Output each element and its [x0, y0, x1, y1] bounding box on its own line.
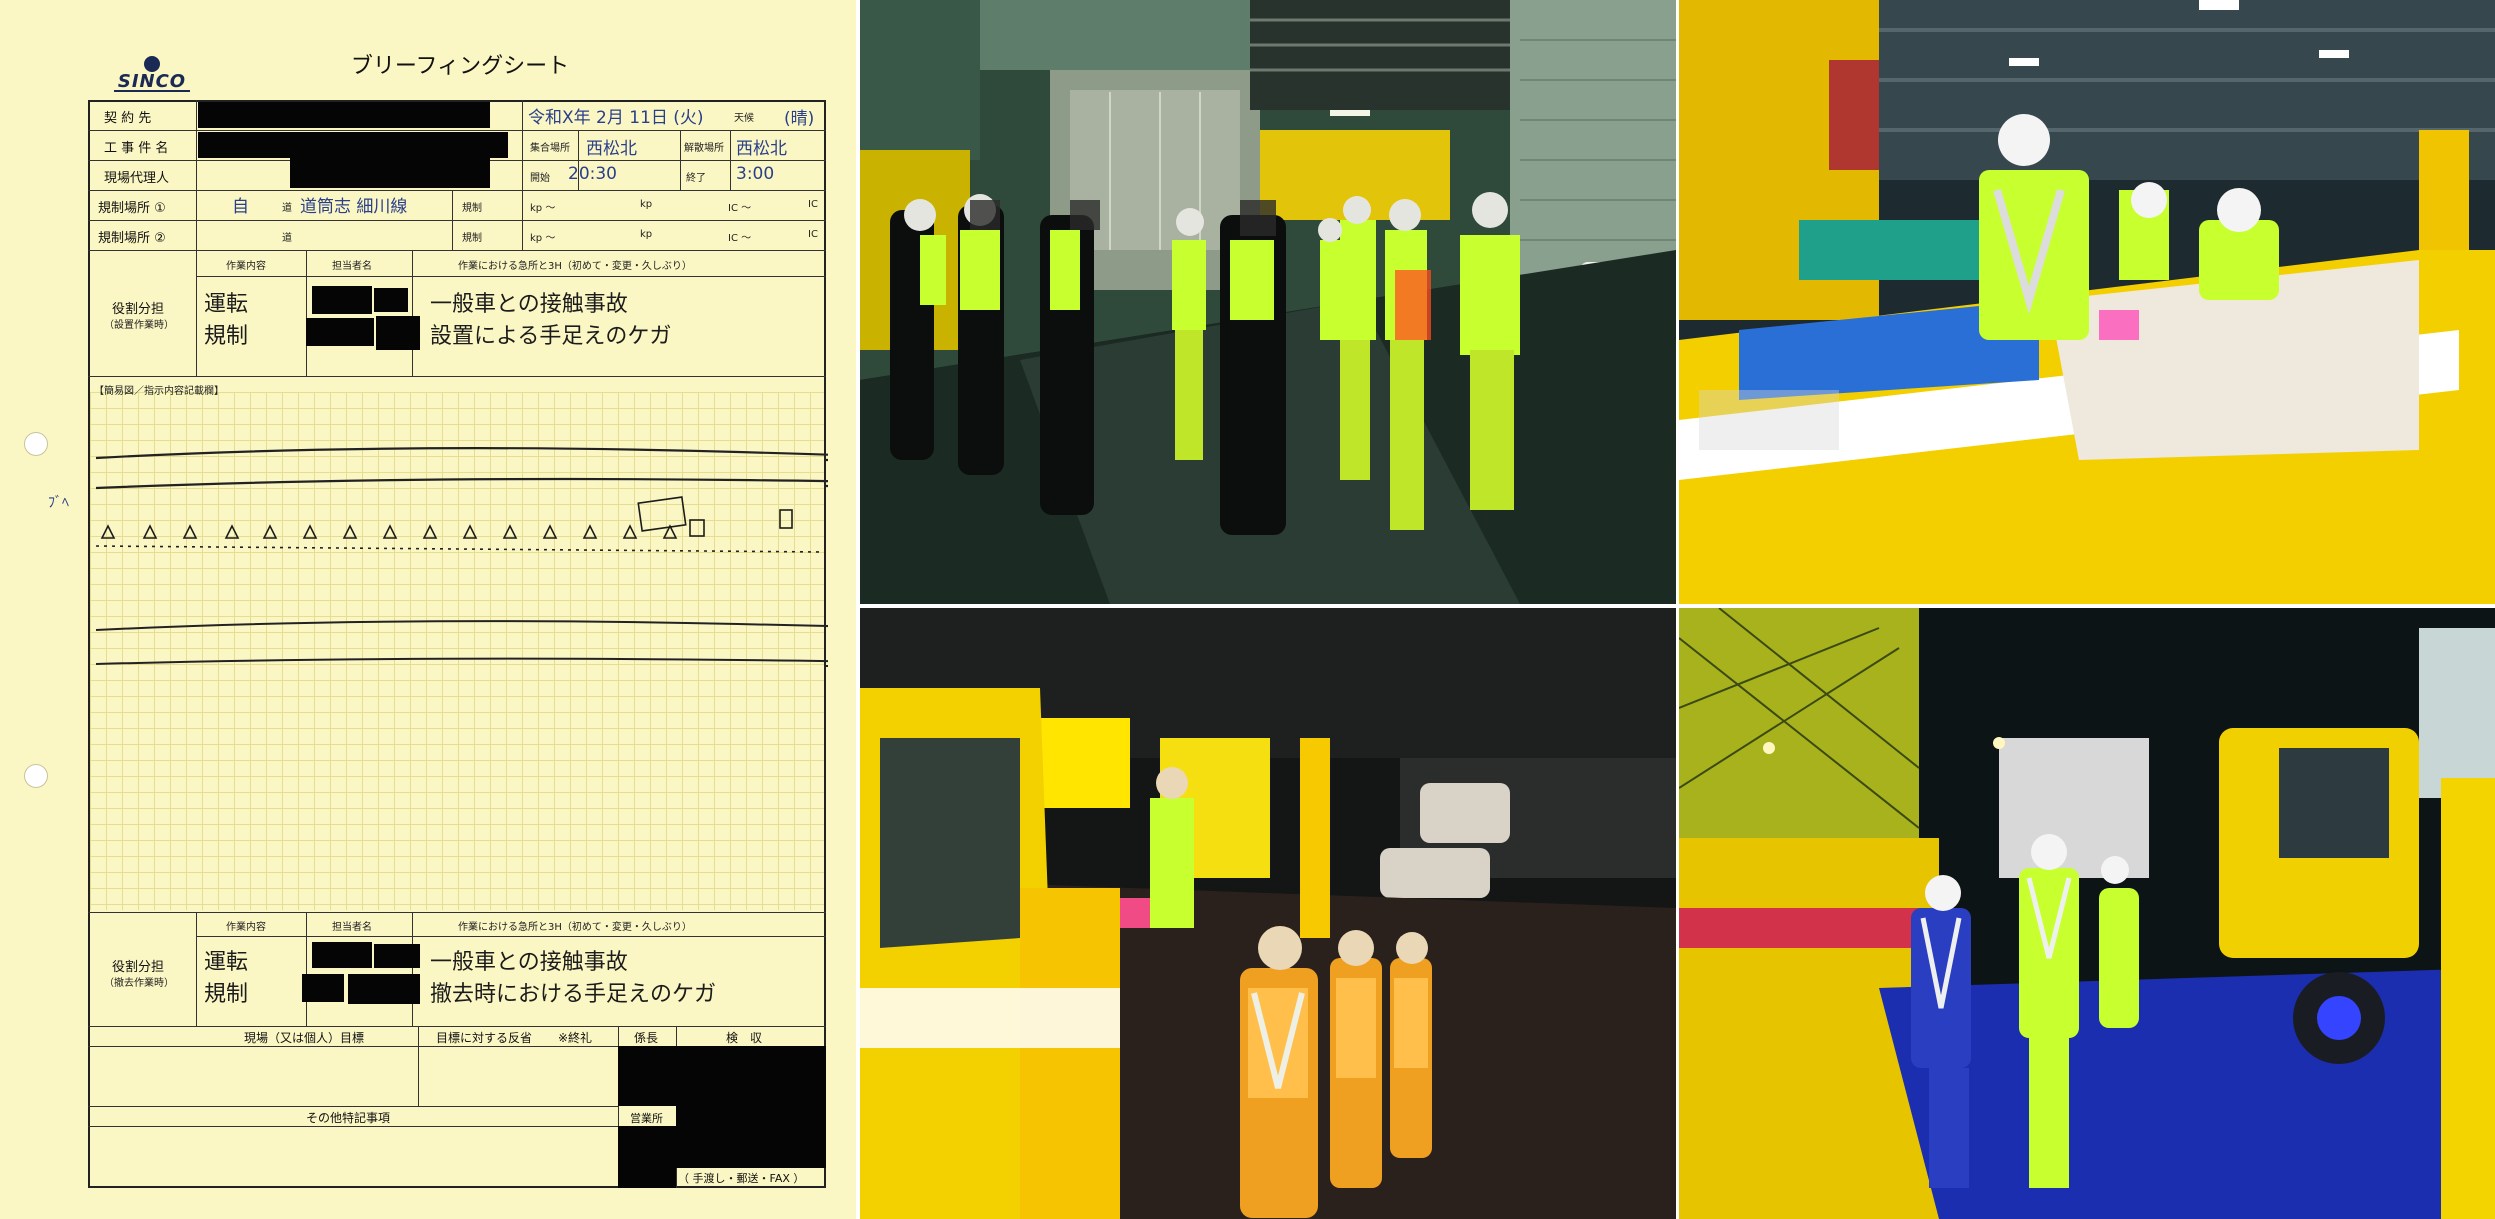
removal-section-label: 役割分担	[112, 960, 165, 975]
assembly-label: 集合場所	[530, 143, 570, 154]
footer-delivery: （ 手渡し・郵送・FAX ）	[678, 1172, 805, 1185]
footer-sales: 営業所	[630, 1112, 663, 1125]
start-value: 20:30	[568, 164, 617, 184]
road2-label: 道	[282, 233, 292, 244]
sketch-title: 【簡易図／指示内容記載欄】	[94, 386, 224, 397]
redaction-agent	[290, 156, 490, 188]
footer-goal: 現場（又は個人）目標	[244, 1031, 365, 1045]
kp-to: kp	[640, 199, 653, 210]
dismiss-label: 解散場所	[684, 143, 724, 154]
setup-col-person: 担当者名	[332, 261, 372, 272]
footer-chief: 係長	[634, 1031, 659, 1045]
redaction-chief	[618, 1046, 676, 1106]
redaction-setup-2a	[306, 318, 374, 346]
redaction-setup-1a	[312, 286, 372, 314]
redaction-removal-1a	[312, 942, 372, 968]
redaction-removal-2a	[302, 974, 344, 1002]
removal-work-2: 規制	[204, 982, 249, 1007]
sheet-title: ブリーフィングシート	[350, 54, 570, 79]
setup-risk-1: 一般車との接触事故	[430, 292, 628, 317]
row-site2: 規制場所 ②	[98, 231, 166, 246]
start-label: 開始	[530, 173, 550, 184]
ic2-from: IC ～	[728, 233, 752, 244]
logo-text: SINCO	[117, 71, 187, 92]
row-project: 工 事 件 名	[104, 141, 169, 156]
date-value: 令和X年 2月 11日 (火)	[528, 108, 704, 128]
removal-col-risk: 作業における急所と3H（初めて・変更・久しぶり）	[458, 922, 692, 933]
weather-label: 天候	[734, 113, 754, 124]
road1-label: 道	[282, 203, 292, 214]
road1-value: 自	[232, 197, 249, 217]
assembly-value: 西松北	[586, 139, 637, 159]
road1-name: 道筒志 細川線	[300, 197, 408, 217]
photo-truck-inspection	[1679, 608, 2495, 1219]
weather-value: (晴)	[784, 109, 815, 129]
row-agent: 現場代理人	[104, 171, 170, 186]
end-value: 3:00	[736, 164, 775, 184]
photo-truck-roll-call	[860, 608, 1676, 1219]
removal-col-person: 担当者名	[332, 922, 372, 933]
setup-col-work: 作業内容	[226, 261, 266, 272]
regulate2-label: 規制	[462, 233, 482, 244]
redaction-setup-2b	[376, 316, 420, 350]
ic2-to: IC	[808, 229, 818, 240]
footer-other-notes: その他特記事項	[306, 1111, 391, 1125]
redaction-setup-1b	[374, 288, 408, 312]
row-contractor: 契 約 先	[104, 111, 152, 126]
setup-section-label: 役割分担	[112, 302, 165, 317]
redaction-contractor	[198, 102, 490, 128]
removal-section-sub: （撤去作業時）	[104, 978, 174, 989]
photo-truck-bed-check	[1679, 0, 2495, 604]
lane-sketch	[95, 447, 828, 667]
kp-from: kp ～	[530, 203, 556, 214]
redaction-sales	[618, 1126, 676, 1188]
redaction-inspection	[676, 1046, 826, 1168]
redaction-project	[198, 132, 508, 158]
setup-section-sub: （設置作業時）	[104, 320, 174, 331]
row-site1: 規制場所 ①	[98, 201, 166, 216]
removal-risk-2: 撤去時における手足えのケガ	[430, 982, 717, 1007]
redaction-removal-2b	[348, 974, 420, 1004]
regulate-label: 規制	[462, 203, 482, 214]
removal-col-work: 作業内容	[226, 922, 266, 933]
briefing-sheet: SINCO ブリーフィングシート 契 約 先 工 事 件 名 現場代理人 規制場…	[0, 0, 856, 1219]
redaction-removal-1b	[374, 944, 420, 968]
removal-risk-1: 一般車との接触事故	[430, 950, 628, 975]
setup-work-2: 規制	[204, 324, 249, 349]
setup-work-1: 運転	[204, 292, 249, 317]
footer-reflection: 目標に対する反省	[436, 1031, 533, 1045]
removal-work-1: 運転	[204, 950, 249, 975]
sketch-mark: ﾌﾞﾍ	[48, 495, 69, 511]
kp2-to: kp	[640, 229, 653, 240]
ic-to: IC	[808, 199, 818, 210]
setup-risk-2: 設置による手足えのケガ	[430, 324, 672, 349]
footer-end-note: ※終礼	[558, 1031, 593, 1045]
company-logo: SINCO	[112, 55, 192, 95]
dismiss-value: 西松北	[736, 139, 787, 159]
footer-inspection: 検 収	[726, 1031, 763, 1045]
photo-briefing-garage	[860, 0, 1676, 604]
ic-from: IC ～	[728, 203, 752, 214]
setup-col-risk: 作業における急所と3H（初めて・変更・久しぶり）	[458, 261, 692, 272]
kp2-from: kp ～	[530, 233, 556, 244]
end-label: 終了	[686, 173, 706, 184]
